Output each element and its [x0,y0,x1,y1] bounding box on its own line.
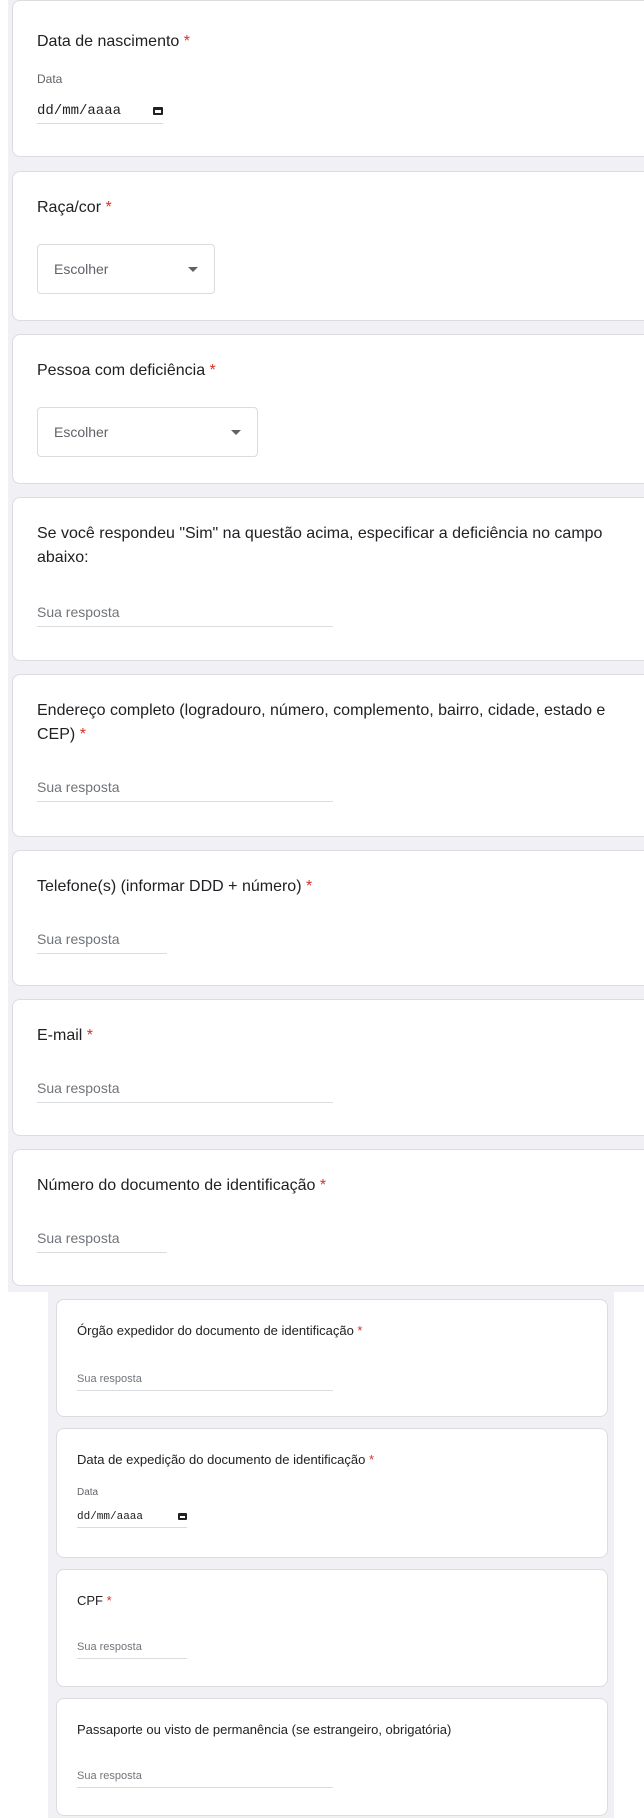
question-title: Data de expedição do documento de identi… [77,1451,374,1469]
question-card-id-number: Número do documento de identificação * S… [12,1149,644,1286]
select-value: Escolher [54,261,109,277]
question-title: Pessoa com deficiência * [37,359,216,383]
question-title: Data de nascimento * [37,30,190,54]
id-issuer-input[interactable]: Sua resposta [77,1373,333,1391]
disability-select[interactable]: Escolher [37,407,258,457]
title-line-1: Se você respondeu "Sim" na questão acima… [37,525,603,542]
question-title: Número do documento de identificação * [37,1174,326,1198]
title-text: Passaporte ou visto de permanência (se e… [77,1722,452,1737]
input-placeholder: Sua resposta [37,1080,120,1096]
calendar-icon[interactable] [178,1513,187,1520]
question-card-birth-date: Data de nascimento * Data dd/mm/aaaa [12,0,644,157]
birth-date-input[interactable]: dd/mm/aaaa [37,98,163,124]
required-asterisk: * [319,1177,327,1194]
caret-down-icon [231,429,241,435]
required-asterisk: * [183,33,190,50]
select-value: Escolher [54,424,109,440]
required-asterisk: * [86,1027,94,1044]
title-text: Número do documento de identificação [37,1177,316,1194]
caret-down-icon [188,266,198,272]
input-placeholder: Sua resposta [77,1770,142,1782]
input-placeholder: Sua resposta [77,1641,142,1653]
title-text: Raça/cor [37,199,102,216]
question-title: E-mail * [37,1024,93,1048]
title-text: Data de expedição do documento de identi… [77,1452,366,1467]
input-placeholder: Sua resposta [37,779,120,795]
question-card-race: Raça/cor * Escolher [12,171,644,321]
question-card-id-issuer: Órgão expedidor do documento de identifi… [56,1299,608,1417]
title-text: Órgão expedidor do documento de identifi… [77,1323,354,1338]
question-card-cpf: CPF * Sua resposta [56,1569,608,1687]
question-card-disability-detail: Se você respondeu "Sim" na questão acima… [12,497,644,661]
form-background-top: Data de nascimento * Data dd/mm/aaaa Raç… [8,0,644,1292]
calendar-icon[interactable] [153,106,163,115]
required-asterisk: * [357,1323,363,1338]
required-asterisk: * [106,1593,112,1608]
id-issue-date-input[interactable]: dd/mm/aaaa [77,1506,187,1528]
question-card-phone: Telefone(s) (informar DDD + número) * Su… [12,850,644,986]
disability-detail-input[interactable]: Sua resposta [37,604,333,627]
title-line-2: CEP) * [37,723,637,747]
question-title: Telefone(s) (informar DDD + número) * [37,875,312,899]
question-card-id-issue-date: Data de expedição do documento de identi… [56,1428,608,1558]
question-title: Endereço completo (logradouro, número, c… [37,699,637,747]
date-sublabel: Data [77,1487,99,1498]
required-asterisk: * [105,199,112,216]
title-line-1: Endereço completo (logradouro, número, c… [37,702,606,719]
title-text: Pessoa com deficiência [37,362,206,379]
email-input[interactable]: Sua resposta [37,1080,333,1103]
date-sublabel: Data [37,72,63,86]
cpf-input[interactable]: Sua resposta [77,1641,187,1659]
question-title: CPF * [77,1592,112,1610]
required-asterisk: * [79,726,86,743]
input-placeholder: Sua resposta [37,604,120,620]
id-number-input[interactable]: Sua resposta [37,1230,167,1253]
race-select[interactable]: Escolher [37,244,215,294]
question-title: Órgão expedidor do documento de identifi… [77,1322,362,1340]
title-text: Telefone(s) (informar DDD + número) [37,878,302,895]
title-text: Data de nascimento [37,33,180,50]
question-title: Passaporte ou visto de permanência (se e… [77,1721,451,1739]
required-asterisk: * [209,362,216,379]
passport-input[interactable]: Sua resposta [77,1770,333,1788]
question-title: Raça/cor * [37,196,112,220]
input-placeholder: Sua resposta [77,1373,142,1385]
required-asterisk: * [369,1452,375,1467]
title-line-2-text: CEP) [37,726,76,743]
phone-input[interactable]: Sua resposta [37,931,167,954]
question-card-address: Endereço completo (logradouro, número, c… [12,674,644,837]
input-placeholder: Sua resposta [37,931,120,947]
address-input[interactable]: Sua resposta [37,779,333,802]
question-title: Se você respondeu "Sim" na questão acima… [37,522,637,570]
question-card-disability: Pessoa com deficiência * Escolher [12,334,644,484]
input-placeholder: Sua resposta [37,1230,120,1246]
question-card-passport: Passaporte ou visto de permanência (se e… [56,1698,608,1816]
required-asterisk: * [305,878,313,895]
date-value: dd/mm/aaaa [77,1510,144,1523]
question-card-email: E-mail * Sua resposta [12,999,644,1136]
date-value: dd/mm/aaaa [37,102,122,119]
form-background-bottom: Órgão expedidor do documento de identifi… [48,1292,614,1818]
title-line-2: abaixo: [37,549,89,566]
title-text: CPF [77,1593,103,1608]
title-text: E-mail [37,1027,83,1044]
